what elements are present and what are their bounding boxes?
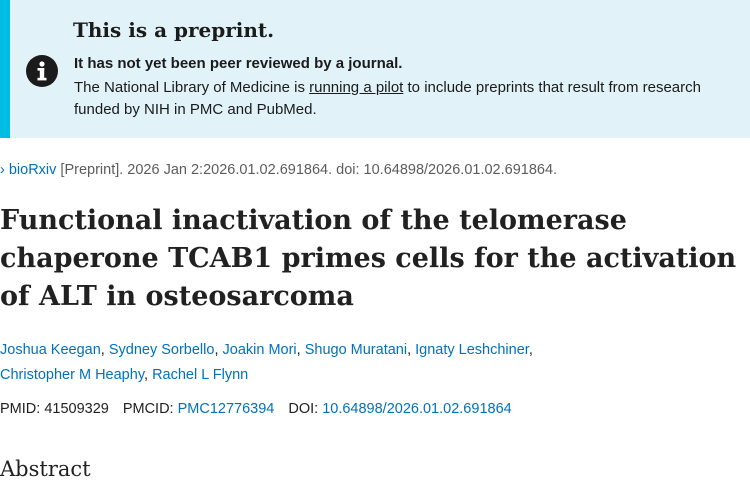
article-page: This is a preprint. It has not yet been … — [0, 0, 750, 500]
author-link[interactable]: Ignaty Leshchiner — [415, 342, 529, 358]
doi-link[interactable]: 10.64898/2026.01.02.691864 — [322, 401, 512, 417]
pmcid-label: PMCID: — [122, 401, 178, 417]
author-separator: , — [144, 367, 153, 383]
author-link[interactable]: Sydney Sorbello — [109, 342, 215, 358]
author-link[interactable]: Rachel L Flynn — [152, 367, 248, 383]
citation-line: › bioRxiv [Preprint]. 2026 Jan 2:2026.01.… — [0, 162, 557, 178]
pmid-label: PMID: — [0, 401, 45, 417]
author-separator: , — [296, 342, 305, 358]
banner-desc-before: The National Library of Medicine is — [74, 79, 310, 96]
author-separator: , — [407, 342, 416, 358]
banner-title: This is a preprint. — [73, 18, 275, 42]
author-list: Joshua Keegan, Sydney Sorbello, Joakin M… — [0, 338, 700, 388]
author-separator: , — [100, 342, 109, 358]
pmcid-link[interactable]: PMC12776394 — [178, 401, 275, 417]
citation-details: [Preprint]. 2026 Jan 2:2026.01.02.691864… — [56, 162, 558, 178]
running-a-pilot-link[interactable]: running a pilot — [309, 79, 403, 96]
abstract-heading: Abstract — [0, 457, 91, 481]
preprint-banner: This is a preprint. It has not yet been … — [0, 0, 750, 138]
doi-label: DOI: — [288, 401, 323, 417]
author-separator: , — [528, 342, 533, 358]
banner-notice: It has not yet been peer reviewed by a j… — [74, 55, 403, 72]
author-link[interactable]: Joshua Keegan — [0, 342, 101, 358]
author-link[interactable]: Christopher M Heaphy — [0, 367, 144, 383]
author-link[interactable]: Joakin Mori — [223, 342, 297, 358]
info-circle-icon — [26, 55, 58, 87]
author-separator: , — [214, 342, 223, 358]
article-identifiers: PMID: 41509329 PMCID: PMC12776394 DOI: 10.… — [0, 401, 512, 417]
pmid-value: 41509329 — [44, 401, 109, 417]
chevron-right-icon: › — [0, 162, 5, 178]
journal-link[interactable]: bioRxiv — [9, 162, 57, 178]
author-link[interactable]: Shugo Muratani — [305, 342, 407, 358]
article-title: Functional inactivation of the telomeras… — [0, 205, 737, 312]
banner-description: The National Library of Medicine is runn… — [74, 77, 734, 121]
